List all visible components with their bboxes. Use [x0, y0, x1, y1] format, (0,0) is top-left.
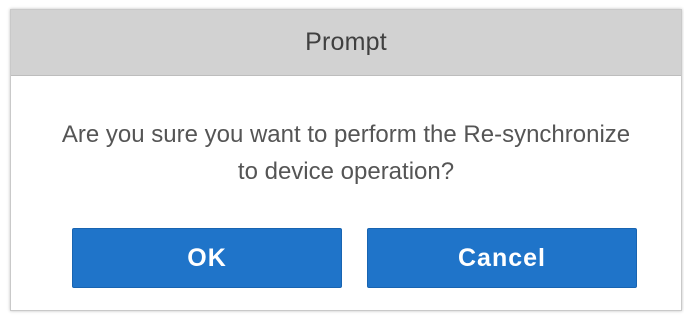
ok-button-label: OK	[187, 243, 227, 272]
cancel-button-label: Cancel	[458, 243, 546, 272]
cancel-button[interactable]: Cancel	[367, 228, 637, 288]
dialog-titlebar[interactable]: Prompt	[11, 10, 681, 76]
dialog-message: Are you sure you want to perform the Re-…	[61, 121, 631, 185]
ok-button[interactable]: OK	[72, 228, 342, 288]
dialog-title: Prompt	[305, 28, 387, 56]
prompt-dialog: Prompt Are you sure you want to perform …	[10, 9, 682, 311]
